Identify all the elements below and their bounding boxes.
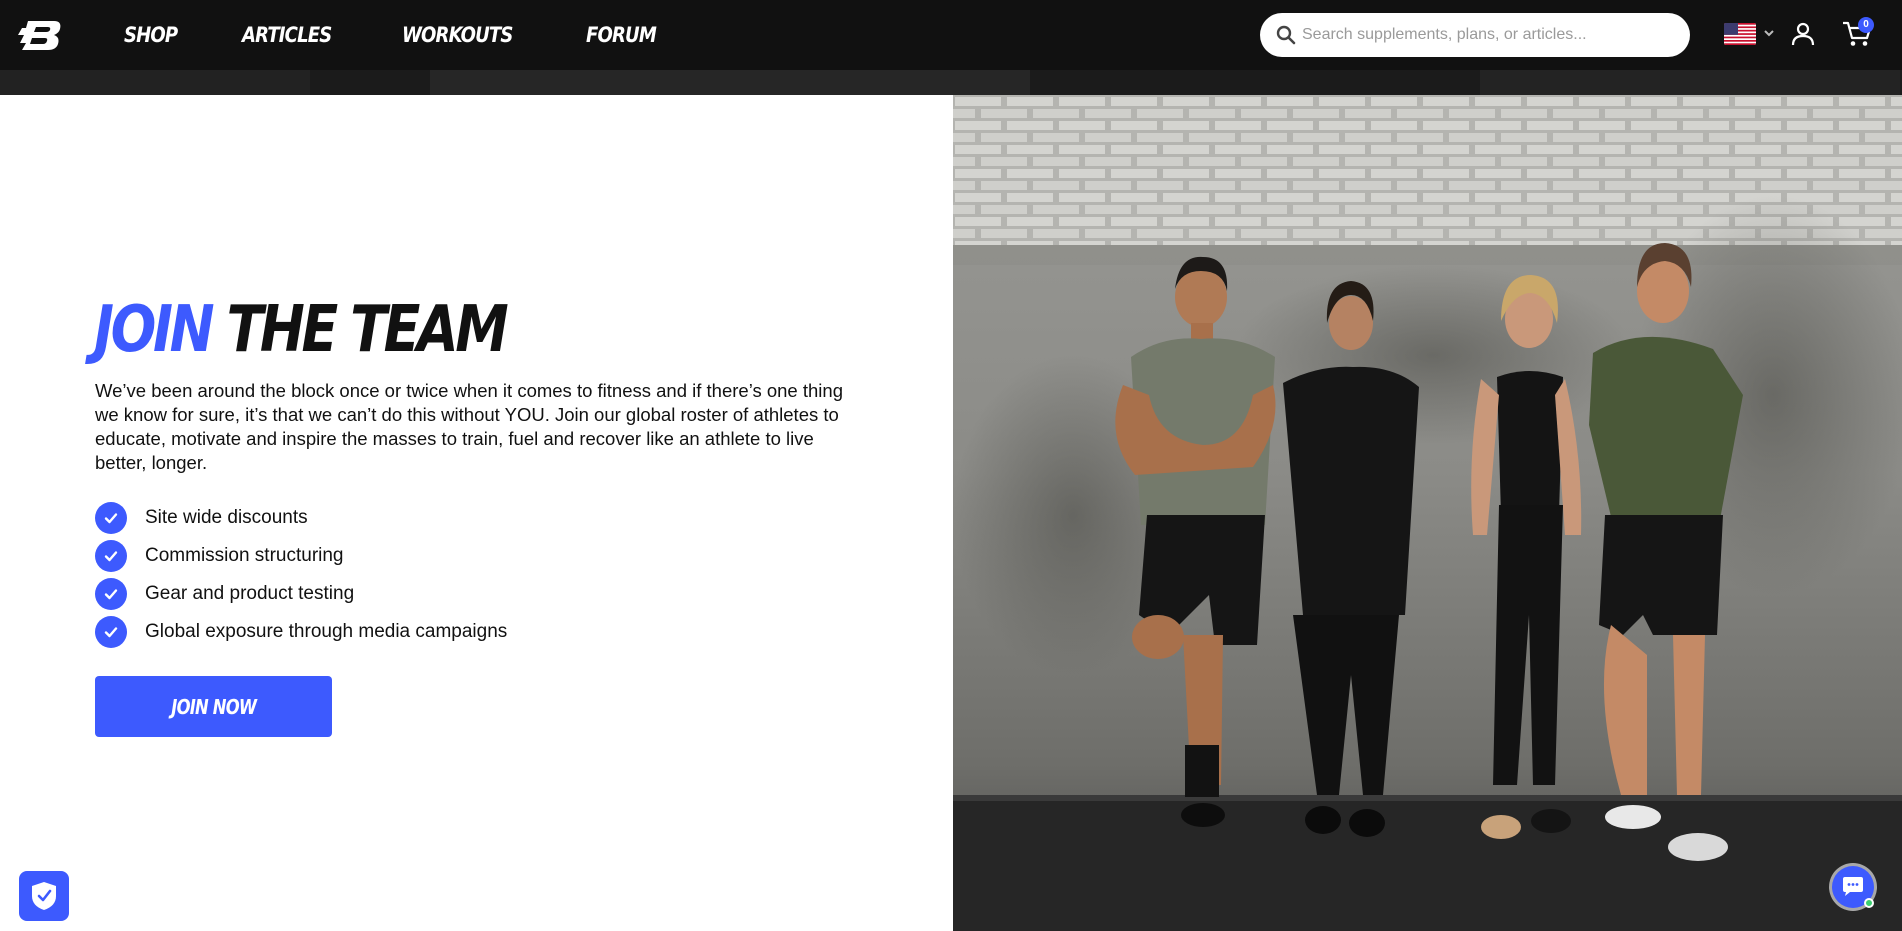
list-item: Commission structuring	[95, 537, 507, 575]
search-bar[interactable]	[1260, 13, 1690, 57]
list-item: Global exposure through media campaigns	[95, 613, 507, 651]
top-navigation: SHOP ARTICLES WORKOUTS FORUM Search supp…	[0, 0, 1902, 70]
chat-icon	[1843, 877, 1863, 896]
intro-text: We’ve been around the block once or twic…	[95, 380, 843, 473]
main-menu: SHOP ARTICLES WORKOUTS FORUM	[124, 0, 724, 70]
headline-rest: THE TEAM	[226, 293, 509, 367]
nav-shop[interactable]: SHOP	[124, 23, 178, 47]
join-now-button[interactable]: JOIN NOW	[95, 676, 332, 737]
search-icon	[1276, 25, 1296, 45]
nav-forum[interactable]: FORUM	[586, 23, 657, 47]
chevron-down-icon[interactable]	[1762, 26, 1776, 40]
check-icon	[95, 502, 127, 534]
shield-icon	[32, 882, 56, 910]
nav-workouts[interactable]: WORKOUTS	[402, 23, 513, 47]
list-item: Gear and product testing	[95, 575, 507, 613]
benefits-list: Site wide discounts Commission structuri…	[95, 499, 507, 651]
search-input[interactable]	[1302, 26, 1682, 44]
benefit-label: Site wide discounts	[145, 507, 308, 528]
check-icon	[95, 540, 127, 572]
benefit-label: Gear and product testing	[145, 583, 355, 604]
join-now-label: JOIN NOW	[171, 694, 257, 719]
benefit-label: Global exposure through media campaigns	[145, 621, 508, 642]
benefit-label: Commission structuring	[145, 545, 344, 566]
list-item: Site wide discounts	[95, 499, 507, 537]
brand-logo-icon[interactable]	[18, 17, 64, 53]
page-title: JOIN THE TEAM	[94, 293, 509, 367]
header-image-strip	[0, 70, 1902, 95]
join-team-section: JOIN THE TEAM We’ve been around the bloc…	[0, 95, 953, 931]
team-photo	[953, 95, 1902, 931]
nav-articles[interactable]: ARTICLES	[242, 23, 332, 47]
user-icon[interactable]	[1790, 21, 1816, 47]
check-icon	[95, 616, 127, 648]
us-flag-icon[interactable]	[1724, 23, 1756, 45]
online-status-dot	[1864, 898, 1874, 908]
check-icon	[95, 578, 127, 610]
privacy-shield-button[interactable]	[19, 871, 69, 921]
cart-count-badge: 0	[1858, 17, 1874, 33]
headline-accent: JOIN	[94, 293, 215, 367]
